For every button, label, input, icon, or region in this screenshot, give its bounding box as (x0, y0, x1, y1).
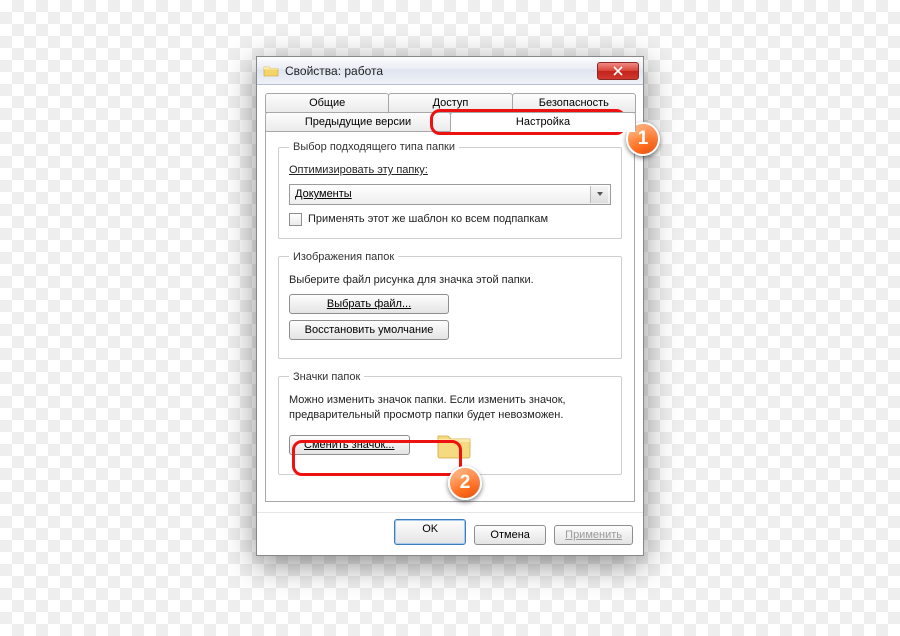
group-folder-images-legend: Изображения папок (289, 251, 398, 263)
optimize-select-value: Документы (295, 188, 352, 200)
dialog-content: Общие Доступ Безопасность Предыдущие вер… (257, 85, 643, 510)
folder-preview-icon (434, 428, 474, 462)
apply-subfolders-row: Применять этот же шаблон ко всем подпапк… (289, 213, 611, 226)
group-folder-icons-legend: Значки папок (289, 371, 364, 383)
window-title: Свойства: работа (285, 64, 591, 78)
optimize-select[interactable]: Документы (289, 184, 611, 205)
group-folder-type: Выбор подходящего типа папки Оптимизиров… (278, 141, 622, 239)
tab-general[interactable]: Общие (265, 93, 389, 113)
folder-images-desc: Выберите файл рисунка для значка этой па… (289, 273, 611, 288)
tab-body: Выбор подходящего типа папки Оптимизиров… (265, 131, 635, 502)
dialog-button-row: OK Отмена Применить (257, 512, 643, 555)
tab-strip: Общие Доступ Безопасность Предыдущие вер… (265, 93, 635, 502)
choose-file-button[interactable]: Выбрать файл... (289, 294, 449, 314)
apply-button: Применить (554, 525, 633, 545)
apply-subfolders-checkbox[interactable] (289, 213, 302, 226)
group-folder-images: Изображения папок Выберите файл рисунка … (278, 251, 622, 359)
tab-sharing[interactable]: Доступ (388, 93, 512, 113)
tab-security[interactable]: Безопасность (512, 93, 636, 113)
folder-icons-desc: Можно изменить значок папки. Если измени… (289, 393, 611, 423)
restore-default-button[interactable]: Восстановить умолчание (289, 320, 449, 340)
group-folder-type-legend: Выбор подходящего типа папки (289, 141, 459, 153)
optimize-label: Оптимизировать эту папку: (289, 163, 611, 178)
ok-button[interactable]: OK (394, 519, 466, 545)
close-button[interactable] (597, 62, 639, 80)
change-icon-button[interactable]: Сменить значок... (289, 435, 410, 455)
tab-customize[interactable]: Настройка (450, 112, 636, 132)
chevron-down-icon (590, 186, 608, 203)
folder-icon (263, 63, 279, 79)
cancel-button[interactable]: Отмена (474, 525, 546, 545)
tab-previous-versions[interactable]: Предыдущие версии (265, 112, 451, 132)
annotation-badge-2: 2 (448, 466, 482, 500)
titlebar[interactable]: Свойства: работа (257, 57, 643, 85)
apply-subfolders-label: Применять этот же шаблон ко всем подпапк… (308, 213, 548, 225)
group-folder-icons: Значки папок Можно изменить значок папки… (278, 371, 622, 476)
